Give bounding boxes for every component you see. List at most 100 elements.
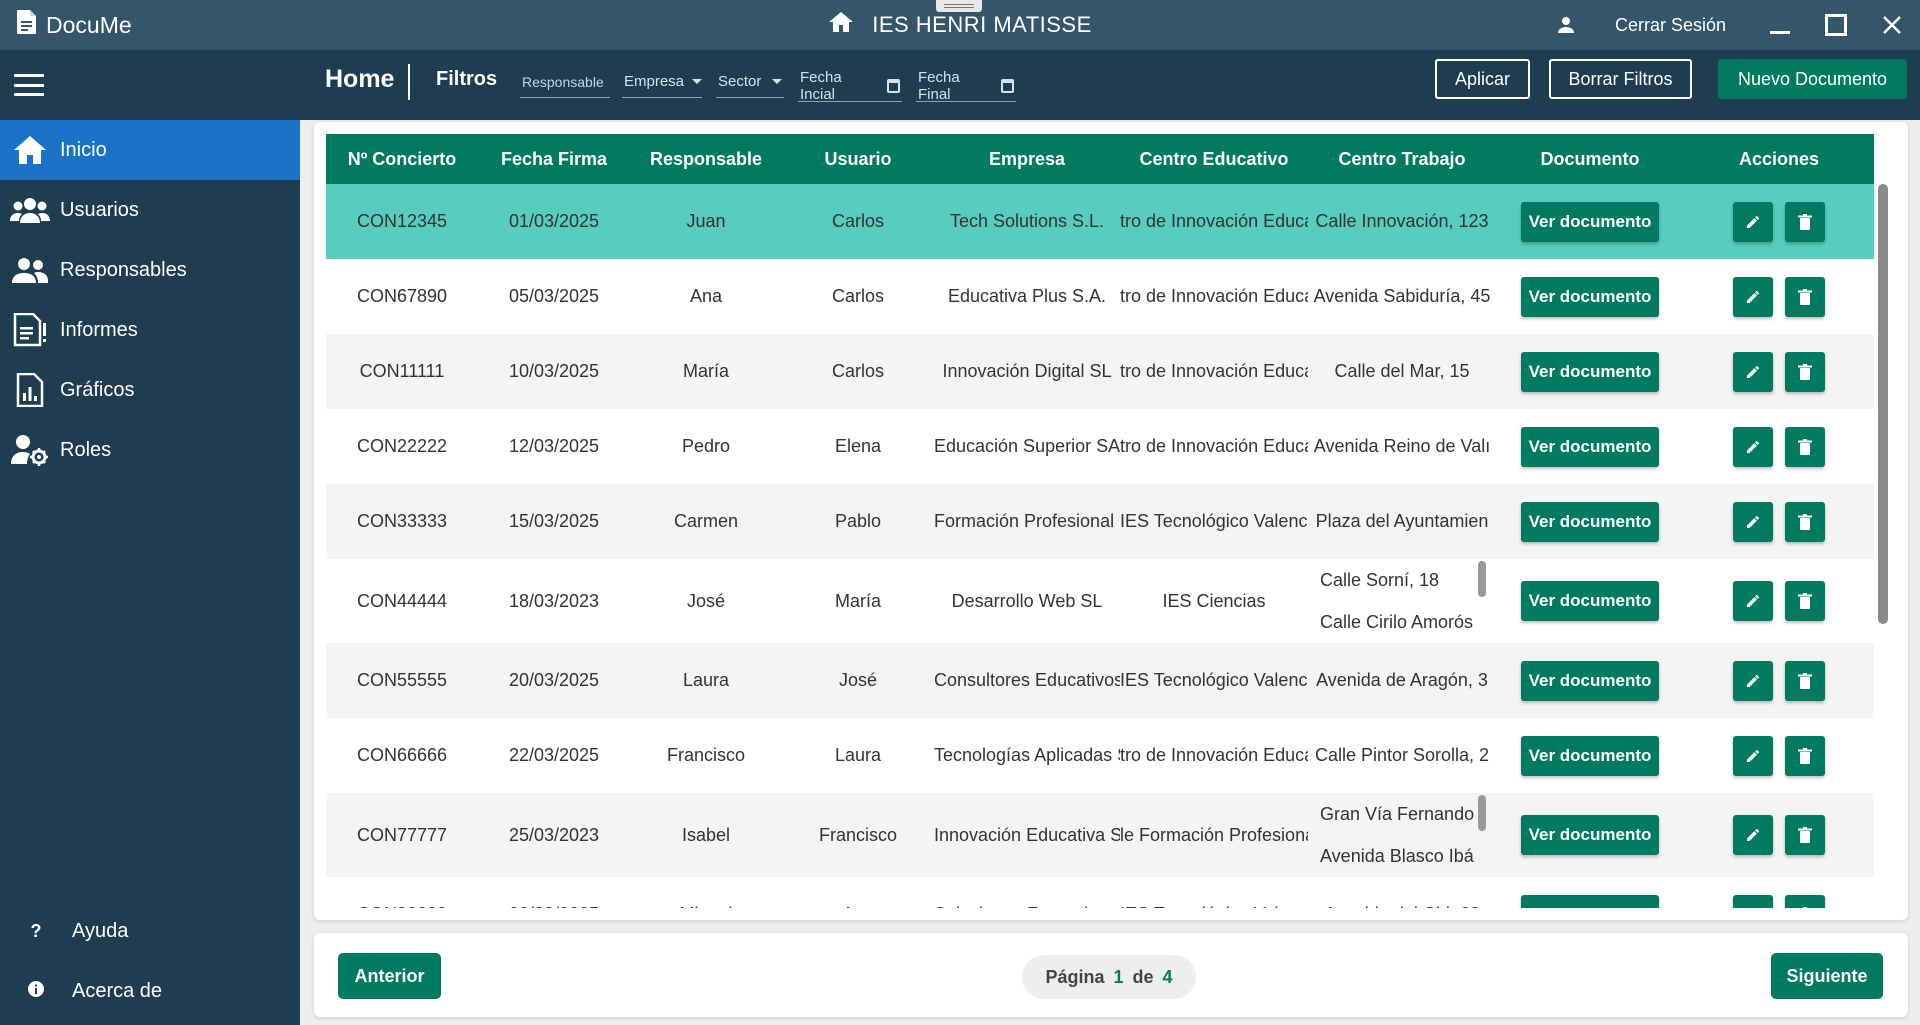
table-row[interactable]: CON33333 15/03/2025 Carmen Pablo Formación P… (326, 484, 1874, 559)
edit-button[interactable] (1733, 426, 1773, 467)
column-header[interactable]: Centro Educativo (1120, 134, 1308, 184)
delete-button[interactable] (1785, 351, 1825, 392)
calendar-icon[interactable] (1001, 78, 1014, 93)
delete-button[interactable] (1785, 815, 1825, 855)
cell-scrollbar[interactable] (1478, 795, 1486, 831)
empresa-filter[interactable]: Empresa (622, 66, 703, 98)
column-header[interactable]: Nº Concierto (326, 134, 478, 184)
column-header[interactable]: Centro Trabajo (1308, 134, 1496, 184)
documents-table-container[interactable]: Nº Concierto Fecha Firma Responsable Usu… (326, 134, 1874, 908)
previous-page-button[interactable]: Anterior (338, 953, 441, 999)
view-document-button[interactable]: Ver documento (1520, 276, 1660, 317)
acciones-cell (1684, 184, 1874, 259)
table-row[interactable]: CON11111 10/03/2025 María Carlos Innovación … (326, 334, 1874, 409)
table-row[interactable]: CON77777 25/03/2023 Isabel Francisco Innovac… (326, 793, 1874, 877)
drag-handle[interactable] (936, 0, 982, 12)
table-row[interactable]: CON55555 20/03/2025 Laura José Consultores E… (326, 643, 1874, 718)
delete-button[interactable] (1785, 201, 1825, 242)
cell-scrollbar[interactable] (1478, 561, 1486, 597)
column-header[interactable]: Documento (1496, 134, 1684, 184)
edit-button[interactable] (1733, 501, 1773, 542)
view-document-button[interactable]: Ver documento (1520, 201, 1660, 242)
table-scrollbar[interactable] (1878, 184, 1888, 624)
usuario-cell: Carlos (782, 184, 934, 259)
view-document-button[interactable]: Ver documento (1520, 735, 1660, 776)
view-document-button[interactable]: Ver documento (1520, 426, 1660, 467)
concierto-cell: CON22222 (326, 409, 478, 484)
edit-button[interactable] (1733, 894, 1773, 908)
help-icon: ? (30, 920, 42, 941)
responsable-cell: Francisco (630, 718, 782, 793)
responsable-cell: Pedro (630, 409, 782, 484)
fecha-firma-cell: 28/03/2025 (478, 877, 630, 908)
pencil-icon (1745, 514, 1761, 530)
view-document-button[interactable]: Ver documento (1520, 351, 1660, 392)
help-link[interactable]: ? Ayuda (0, 906, 300, 956)
fecha-firma-cell: 20/03/2025 (478, 643, 630, 718)
delete-button[interactable] (1785, 581, 1825, 621)
sidebar-item-usuarios[interactable]: Usuarios (0, 180, 300, 240)
minimize-button[interactable] (1756, 0, 1804, 50)
view-document-button[interactable]: Ver documento (1520, 815, 1660, 855)
sidebar-item-responsables[interactable]: Responsables (0, 240, 300, 300)
apply-button[interactable]: Aplicar (1435, 59, 1530, 99)
about-link[interactable]: Acerca de (0, 966, 300, 1016)
delete-button[interactable] (1785, 735, 1825, 776)
sidebar-item-informes[interactable]: Informes (0, 300, 300, 360)
column-header[interactable]: Fecha Firma (478, 134, 630, 184)
view-document-button[interactable]: Ver documento (1520, 581, 1660, 621)
edit-button[interactable] (1733, 201, 1773, 242)
delete-button[interactable] (1785, 426, 1825, 467)
table-row[interactable]: CON22222 12/03/2025 Pedro Elena Educación Su… (326, 409, 1874, 484)
fecha-inicial-filter[interactable]: Fecha Incial (798, 69, 902, 103)
table-row[interactable]: CON44444 18/03/2023 José María Desarrollo We… (326, 559, 1874, 643)
centro-educativo-cell: tro de Innovación Educa (1120, 718, 1308, 793)
delete-button[interactable] (1785, 276, 1825, 317)
new-document-button[interactable]: Nuevo Documento (1718, 59, 1907, 99)
fecha-firma-cell: 05/03/2025 (478, 259, 630, 334)
menu-icon[interactable] (14, 70, 44, 100)
logout-button[interactable]: Cerrar Sesión (1615, 0, 1726, 50)
edit-button[interactable] (1733, 581, 1773, 621)
calendar-icon[interactable] (887, 78, 900, 93)
empresa-cell: Soluciones Formativas SI (934, 877, 1120, 908)
clear-filters-button[interactable]: Borrar Filtros (1549, 59, 1692, 99)
responsables-icon (0, 257, 60, 283)
maximize-button[interactable] (1812, 0, 1860, 50)
close-button[interactable] (1868, 0, 1916, 50)
table-row[interactable]: CON67890 05/03/2025 Ana Carlos Educativa Plu… (326, 259, 1874, 334)
sector-filter[interactable]: Sector (716, 66, 784, 98)
concierto-cell: CON44444 (326, 559, 478, 643)
next-page-button[interactable]: Siguiente (1771, 953, 1883, 999)
view-document-button[interactable]: Ver documento (1520, 501, 1660, 542)
table-row[interactable]: CON12345 01/03/2025 Juan Carlos Tech Solutio… (326, 184, 1874, 259)
sidebar-item-label: Informes (60, 318, 138, 341)
column-header[interactable]: Empresa (934, 134, 1120, 184)
sidebar-item-inicio[interactable]: Inicio (0, 120, 300, 180)
edit-button[interactable] (1733, 815, 1773, 855)
user-icon (1558, 0, 1574, 50)
edit-button[interactable] (1733, 660, 1773, 701)
sidebar-item-graficos[interactable]: Gráficos (0, 360, 300, 420)
fecha-final-filter[interactable]: Fecha Final (916, 69, 1016, 103)
view-document-button[interactable]: Ver documento (1520, 660, 1660, 701)
home-icon (828, 11, 854, 39)
trash-icon (1798, 672, 1812, 689)
delete-button[interactable] (1785, 894, 1825, 908)
edit-button[interactable] (1733, 276, 1773, 317)
empresa-cell: Innovación Educativa SA (934, 793, 1120, 877)
table-row[interactable]: CON66666 22/03/2025 Francisco Laura Tecnolog… (326, 718, 1874, 793)
responsable-filter[interactable]: Responsable (520, 66, 610, 98)
trash-icon (1798, 747, 1812, 764)
sidebar-item-roles[interactable]: Roles (0, 420, 300, 480)
table-row[interactable]: CON8888828/03/2025MiguelAnaSoluciones Fo… (326, 877, 1874, 908)
delete-button[interactable] (1785, 501, 1825, 542)
view-document-button[interactable]: Ver documento (1520, 894, 1660, 908)
edit-button[interactable] (1733, 351, 1773, 392)
edit-button[interactable] (1733, 735, 1773, 776)
column-header[interactable]: Usuario (782, 134, 934, 184)
delete-button[interactable] (1785, 660, 1825, 701)
column-header[interactable]: Responsable (630, 134, 782, 184)
column-header[interactable]: Acciones (1684, 134, 1874, 184)
sidebar-item-label: Inicio (60, 138, 107, 161)
